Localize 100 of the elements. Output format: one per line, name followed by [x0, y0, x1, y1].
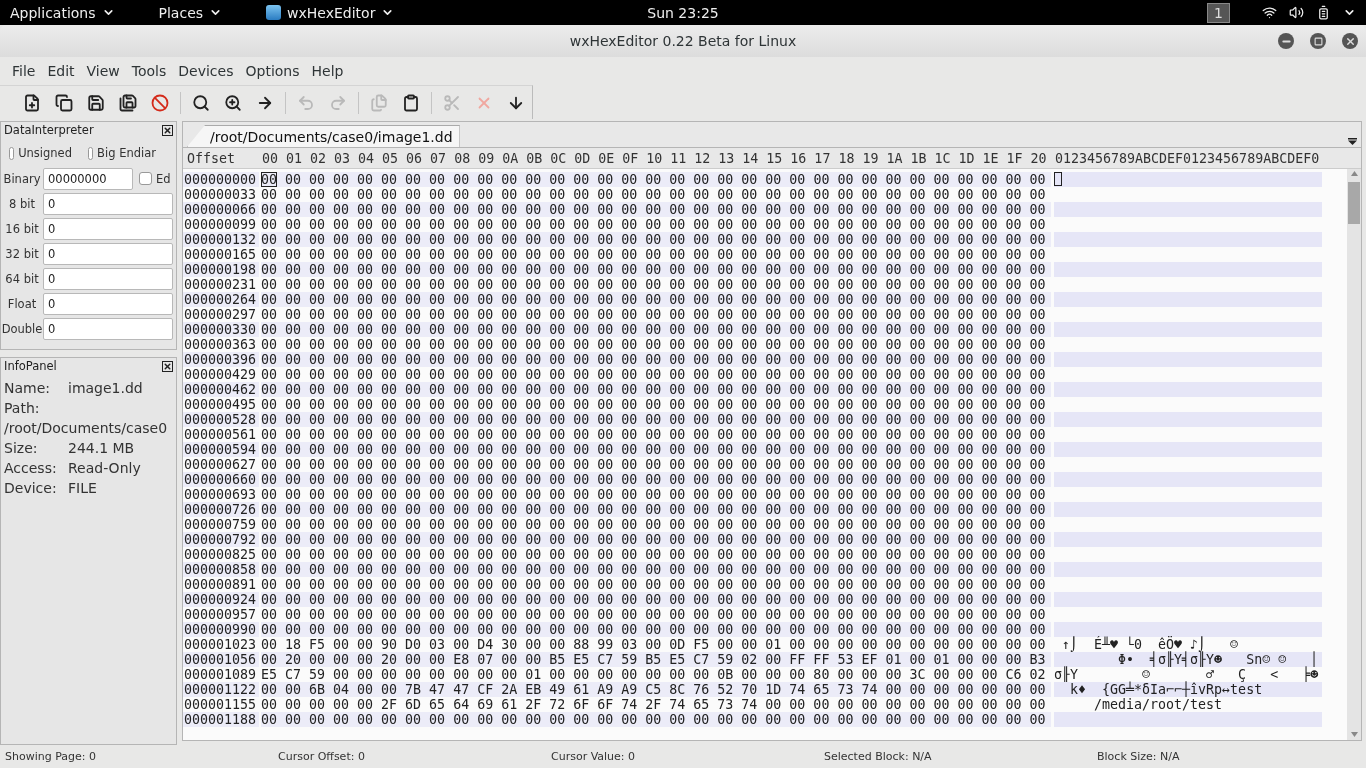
hex-cell[interactable]: 00 00 00 00 00 00 00 00 00 00 00 00 00 00 00 00 00 00 00 00 00 00 00 00 00 00 00 00 00 00 00 00 00: [261, 247, 1051, 262]
hex-cell[interactable]: 00 00 00 00 00 2F 6D 65 64 69 61 2F 72 6F 6F 74 2F 74 65 73 74 00 00 00 00 00 00 00 00 00 00 00 00: [261, 697, 1051, 712]
hex-cell[interactable]: 00 20 00 00 00 20 00 00 E8 07 00 00 B5 E5 C7 59 B5 E5 C7 59 02 00 FF FF 53 EF 01 00 01 00 00 00 B3: [261, 652, 1051, 667]
offset-cell-text: 000000363: [183, 337, 258, 352]
hex-cell[interactable]: 00 00 00 00 00 00 00 00 00 00 00 00 00 00 00 00 00 00 00 00 00 00 00 00 00 00 00 00 00 00 00 00 00: [261, 262, 1051, 277]
input-field[interactable]: 0: [43, 192, 173, 215]
minimize-button[interactable]: [1278, 33, 1294, 49]
hex-cell[interactable]: 00 00 00 00 00 00 00 00 00 00 00 00 00 00 00 00 00 00 00 00 00 00 00 00 00 00 00 00 00 00 00 00 00: [261, 457, 1051, 472]
hex-cell[interactable]: E5 C7 59 00 00 00 00 00 00 00 00 01 00 00 00 00 00 00 00 0B 00 00 00 80 00 00 00 3C 00 00 00 C6 02: [261, 667, 1051, 682]
hex-cell[interactable]: 00 00 00 00 00 00 00 00 00 00 00 00 00 00 00 00 00 00 00 00 00 00 00 00 00 00 00 00 00 00 00 00 00: [261, 187, 1051, 202]
top-menu[interactable]: wxHexEditor: [266, 4, 395, 21]
offset-cell: 000000132: [183, 232, 259, 247]
scrollbar[interactable]: [1347, 169, 1361, 740]
field-label: Float: [6, 296, 38, 311]
file-tab[interactable]: /root/Documents/case0/image1.dd: [187, 125, 460, 147]
maximize-button[interactable]: [1310, 33, 1326, 49]
hex-cell[interactable]: 00 00 00 00 00 00 00 00 00 00 00 00 00 00 00 00 00 00 00 00 00 00 00 00 00 00 00 00 00 00 00 00 00: [261, 322, 1051, 337]
checkbox[interactable]: [139, 172, 152, 185]
hex-cell[interactable]: 00 00 00 00 00 00 00 00 00 00 00 00 00 00 00 00 00 00 00 00 00 00 00 00 00 00 00 00 00 00 00 00 00: [261, 412, 1051, 427]
workspace-indicator[interactable]: 1: [1207, 2, 1230, 23]
up-arrow-icon[interactable]: [1350, 171, 1358, 176]
hex-cell[interactable]: 00 00 00 00 00 00 00 00 00 00 00 00 00 00 00 00 00 00 00 00 00 00 00 00 00 00 00 00 00 00 00 00 00: [261, 232, 1051, 247]
offset-cell: 000000000: [183, 172, 259, 187]
volume-icon[interactable]: [1289, 5, 1304, 20]
offset-cell: 000000528: [183, 412, 259, 427]
hex-cell[interactable]: 00 00 00 00 00 00 00 00 00 00 00 00 00 00 00 00 00 00 00 00 00 00 00 00 00 00 00 00 00 00 00 00 00: [261, 517, 1051, 532]
hex-cell[interactable]: 00 00 00 00 00 00 00 00 00 00 00 00 00 00 00 00 00 00 00 00 00 00 00 00 00 00 00 00 00 00 00 00 00: [261, 502, 1051, 517]
hex-cell[interactable]: 00 00 6B 04 00 00 7B 47 47 CF 2A EB 49 61 A9 A9 C5 8C 76 52 70 1D 74 65 73 74 00 00 00 00 00 00 00: [261, 682, 1051, 697]
text-cell[interactable]: Φ• ╡σ╟Y╡σ╟Y☻ Sn☺ ☺ │: [1054, 652, 1322, 667]
checkbox[interactable]: [9, 146, 15, 160]
menu-item[interactable]: Tools: [125, 63, 173, 79]
text-cell[interactable]: k♦ {GG╧*δIa⌐⌐┼îvRp↔test: [1054, 682, 1322, 697]
copy-icon: [370, 93, 388, 112]
hex-cell[interactable]: 00 00 00 00 00 00 00 00 00 00 00 00 00 00 00 00 00 00 00 00 00 00 00 00 00 00 00 00 00 00 00 00 00: [261, 307, 1051, 322]
offset-cell-text: 000000297: [183, 307, 258, 322]
menu-item[interactable]: Devices: [172, 63, 240, 79]
clock[interactable]: Sun 23:25: [647, 4, 719, 21]
offset-cell: 000000660: [183, 472, 259, 487]
hex-cell[interactable]: 00 00 00 00 00 00 00 00 00 00 00 00 00 00 00 00 00 00 00 00 00 00 00 00 00 00 00 00 00 00 00 00 00: [261, 352, 1051, 367]
input-field[interactable]: 0: [43, 267, 173, 290]
input-field[interactable]: 0: [43, 292, 173, 315]
menu-item[interactable]: Edit: [41, 63, 81, 79]
hex-cell[interactable]: 00 00 00 00 00 00 00 00 00 00 00 00 00 00 00 00 00 00 00 00 00 00 00 00 00 00 00 00 00 00 00 00 00: [261, 427, 1051, 442]
menu-item[interactable]: File: [6, 63, 42, 79]
top-menu[interactable]: Applications: [10, 4, 115, 21]
input-field[interactable]: 0: [43, 217, 173, 240]
hex-cell[interactable]: 00 00 00 00 00 00 00 00 00 00 00 00 00 00 00 00 00 00 00 00 00 00 00 00 00 00 00 00 00 00 00 00 00: [261, 622, 1051, 637]
down-arrow-icon[interactable]: [1350, 732, 1358, 737]
hex-cell[interactable]: 00 18 F5 00 00 90 D0 03 00 D4 30 00 00 88 99 03 00 0D F5 00 00 01 00 00 00 00 00 00 00 00 00 00 00: [261, 637, 1051, 652]
text-cell[interactable]: /media/root/test: [1054, 697, 1322, 712]
input-field[interactable]: 00000000: [43, 167, 133, 190]
hex-cell[interactable]: 00 00 00 00 00 00 00 00 00 00 00 00 00 00 00 00 00 00 00 00 00 00 00 00 00 00 00 00 00 00 00 00 00: [261, 532, 1051, 547]
hex-cell[interactable]: 00 00 00 00 00 00 00 00 00 00 00 00 00 00 00 00 00 00 00 00 00 00 00 00 00 00 00 00 00 00 00 00 00: [261, 442, 1051, 457]
hex-cell[interactable]: 00 00 00 00 00 00 00 00 00 00 00 00 00 00 00 00 00 00 00 00 00 00 00 00 00 00 00 00 00 00 00 00 00: [261, 592, 1051, 607]
info-value: FILE: [68, 480, 97, 496]
hex-cell[interactable]: 00 00 00 00 00 00 00 00 00 00 00 00 00 00 00 00 00 00 00 00 00 00 00 00 00 00 00 00 00 00 00 00 00: [261, 337, 1051, 352]
hex-cell[interactable]: 00 00 00 00 00 00 00 00 00 00 00 00 00 00 00 00 00 00 00 00 00 00 00 00 00 00 00 00 00 00 00 00 00: [261, 712, 1051, 727]
info-value: /root/Documents/case0: [4, 420, 168, 436]
close-button[interactable]: [162, 360, 173, 372]
close-button[interactable]: [1342, 33, 1358, 49]
checkbox[interactable]: [88, 146, 94, 160]
offset-cell-text: 000000825: [183, 547, 258, 562]
hex-cell[interactable]: 00 00 00 00 00 00 00 00 00 00 00 00 00 00 00 00 00 00 00 00 00 00 00 00 00 00 00 00 00 00 00 00 00: [261, 547, 1051, 562]
text-cell[interactable]: ↑⌡ É╨♥ └0 êÖ♥ ♪⌡ ☺: [1054, 637, 1322, 652]
hex-cell[interactable]: 00 00 00 00 00 00 00 00 00 00 00 00 00 00 00 00 00 00 00 00 00 00 00 00 00 00 00 00 00 00 00 00 00: [261, 607, 1051, 622]
close-button[interactable]: [162, 124, 173, 136]
field-label: 8 bit: [8, 196, 36, 211]
search-icon: [192, 93, 210, 112]
stop-sign-icon: [151, 93, 169, 112]
offset-cell-text: 000000429: [183, 367, 258, 382]
hex-cell[interactable]: 00 00 00 00 00 00 00 00 00 00 00 00 00 00 00 00 00 00 00 00 00 00 00 00 00 00 00 00 00 00 00 00 00: [261, 487, 1051, 502]
hex-cell[interactable]: 00 00 00 00 00 00 00 00 00 00 00 00 00 00 00 00 00 00 00 00 00 00 00 00 00 00 00 00 00 00 00 00 00: [261, 202, 1051, 217]
offset-cell-text: 000000231: [183, 277, 258, 292]
offset-cell: 000000330: [183, 322, 259, 337]
hex-cell[interactable]: 00 00 00 00 00 00 00 00 00 00 00 00 00 00 00 00 00 00 00 00 00 00 00 00 00 00 00 00 00 00 00 00 00: [261, 397, 1051, 412]
offset-cell-text: 000001155: [183, 697, 258, 712]
battery-icon[interactable]: [1316, 5, 1331, 20]
scroll-thumb[interactable]: [1348, 182, 1360, 224]
info-value: 244.1 MB: [68, 440, 135, 456]
hex-cell[interactable]: 00 00 00 00 00 00 00 00 00 00 00 00 00 00 00 00 00 00 00 00 00 00 00 00 00 00 00 00 00 00 00 00 00: [261, 217, 1051, 232]
wifi-icon[interactable]: [1262, 5, 1277, 20]
text-cell[interactable]: σ╟Y ☺ ♂ Ç < ╞☻: [1054, 667, 1322, 682]
info-label: Device:: [4, 479, 58, 498]
hex-cell[interactable]: 00 00 00 00 00 00 00 00 00 00 00 00 00 00 00 00 00 00 00 00 00 00 00 00 00 00 00 00 00 00 00 00 00: [261, 472, 1051, 487]
hex-cell[interactable]: 00 00 00 00 00 00 00 00 00 00 00 00 00 00 00 00 00 00 00 00 00 00 00 00 00 00 00 00 00 00 00 00 00: [261, 172, 1051, 187]
hex-cell[interactable]: 00 00 00 00 00 00 00 00 00 00 00 00 00 00 00 00 00 00 00 00 00 00 00 00 00 00 00 00 00 00 00 00 00: [261, 382, 1051, 397]
menu-item[interactable]: View: [80, 63, 126, 79]
input-field[interactable]: 0: [43, 242, 173, 265]
top-menu[interactable]: Places: [158, 4, 223, 21]
menu-item[interactable]: Help: [305, 63, 350, 79]
hex-cell[interactable]: 00 00 00 00 00 00 00 00 00 00 00 00 00 00 00 00 00 00 00 00 00 00 00 00 00 00 00 00 00 00 00 00 00: [261, 562, 1051, 577]
hex-cell[interactable]: 00 00 00 00 00 00 00 00 00 00 00 00 00 00 00 00 00 00 00 00 00 00 00 00 00 00 00 00 00 00 00 00 00: [261, 367, 1051, 382]
menu-item[interactable]: Options: [239, 63, 306, 79]
input-field[interactable]: 0: [43, 317, 173, 340]
hex-cell[interactable]: 00 00 00 00 00 00 00 00 00 00 00 00 00 00 00 00 00 00 00 00 00 00 00 00 00 00 00 00 00 00 00 00 00: [261, 577, 1051, 592]
offset-cell-text: 000000891: [183, 577, 258, 592]
offset-cell: 000000264: [183, 292, 259, 307]
hex-cell[interactable]: 00 00 00 00 00 00 00 00 00 00 00 00 00 00 00 00 00 00 00 00 00 00 00 00 00 00 00 00 00 00 00 00 00: [261, 277, 1051, 292]
column-header: 0123456789ABCDEF0123456789ABCDEF0: [1055, 150, 1321, 166]
hex-cell[interactable]: 00 00 00 00 00 00 00 00 00 00 00 00 00 00 00 00 00 00 00 00 00 00 00 00 00 00 00 00 00 00 00 00 00: [261, 292, 1051, 307]
